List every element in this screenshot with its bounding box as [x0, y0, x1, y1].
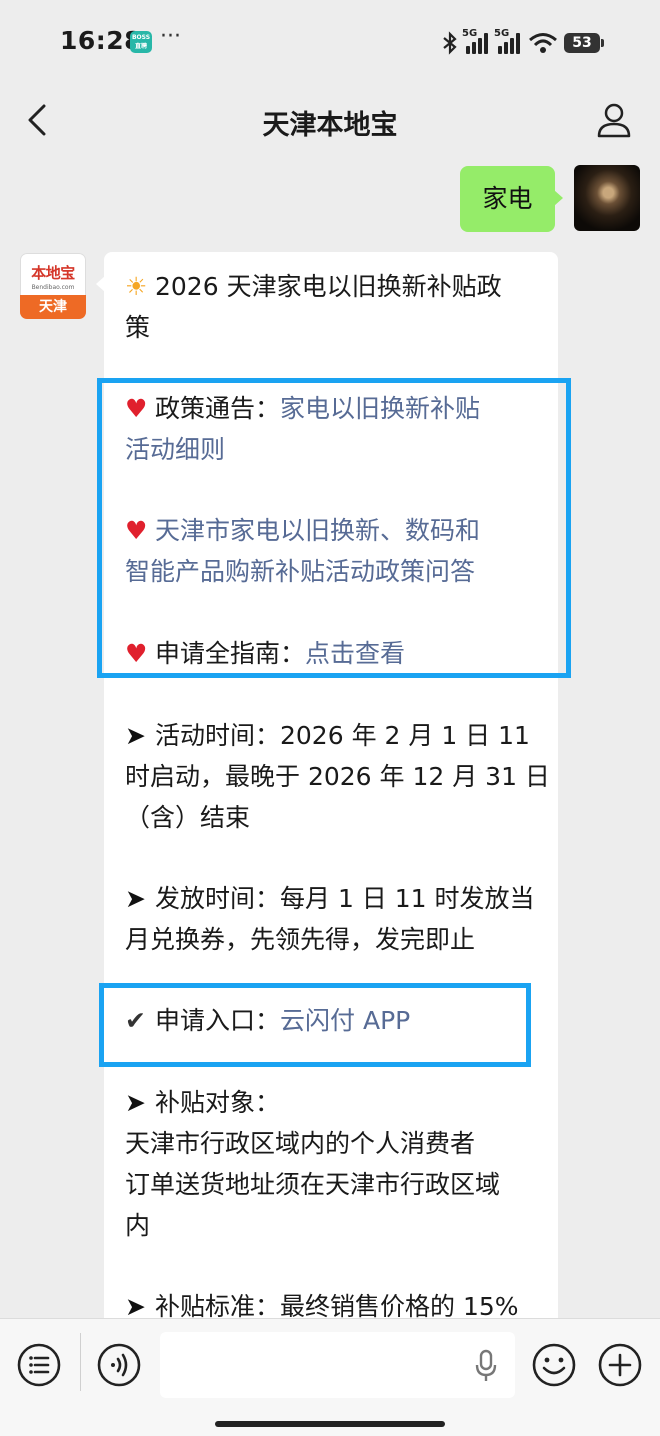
- voice-mode-icon[interactable]: [97, 1343, 141, 1387]
- notice-link-cont[interactable]: 活动细则: [125, 429, 225, 470]
- faq-link[interactable]: 天津市家电以旧换新、数码和: [155, 516, 480, 545]
- arrow-icon: ➤: [125, 884, 146, 913]
- reply-intro-cont: 策: [125, 313, 151, 342]
- bot-avatar-logo: 本地宝: [31, 264, 75, 282]
- more-notifications: ···: [160, 24, 181, 49]
- bluetooth-icon: [443, 31, 457, 55]
- activity-time-cont: （含）结束: [125, 803, 251, 832]
- plus-icon[interactable]: [598, 1343, 642, 1387]
- target-row: ➤ 补贴对象：: [125, 1082, 280, 1123]
- notice-row: ♥ 政策通告：家电以旧换新补贴: [125, 388, 480, 429]
- status-bar: 16:28 BOSS 直聘 ··· 5G 5G 53: [0, 0, 660, 84]
- entry-row: ✔ 申请入口：云闪付 APP: [125, 1000, 410, 1041]
- microphone-icon[interactable]: [475, 1349, 497, 1383]
- issue-time-row: ➤ 发放时间：每月 1 日 11 时发放当: [125, 878, 535, 919]
- activity-time-cont: 时启动，最晚于 2026 年 12 月 31 日: [125, 762, 550, 791]
- target-cont: 内: [125, 1211, 151, 1240]
- sun-icon: ☀: [125, 272, 148, 301]
- faq-link-cont[interactable]: 智能产品购新补贴活动政策问答: [125, 551, 475, 592]
- message-input[interactable]: [160, 1332, 515, 1398]
- my-message-bubble[interactable]: 家电: [460, 166, 563, 232]
- checkmark-icon: ✔: [125, 1006, 146, 1035]
- person-icon[interactable]: [596, 100, 632, 140]
- nav-bar: 天津本地宝: [0, 84, 660, 160]
- battery-icon: 53: [564, 33, 604, 53]
- activity-time-row: ➤ 活动时间：2026 年 2 月 1 日 11: [125, 715, 530, 756]
- entry-link[interactable]: 云闪付 APP: [280, 1006, 410, 1035]
- signal-icon: 5G: [494, 28, 522, 54]
- bot-avatar-city: 天津: [20, 295, 86, 319]
- signal-icon: 5G: [462, 28, 490, 54]
- arrow-icon: ➤: [125, 1088, 146, 1117]
- heart-icon: ♥: [125, 516, 148, 545]
- list-menu-icon[interactable]: [17, 1343, 61, 1387]
- boss-app-badge-icon: BOSS 直聘: [130, 31, 152, 53]
- heart-icon: ♥: [125, 639, 148, 668]
- arrow-icon: ➤: [125, 721, 146, 750]
- bot-avatar-url: Bendibao.com: [31, 284, 75, 291]
- input-toolbar: [0, 1318, 660, 1436]
- guide-link[interactable]: 点击查看: [305, 639, 405, 668]
- target-cont: 天津市行政区域内的个人消费者: [125, 1129, 476, 1158]
- heart-icon: ♥: [125, 394, 148, 423]
- reply-intro: ☀ 2026 天津家电以旧换新补贴政: [125, 266, 502, 307]
- bot-avatar[interactable]: 本地宝 Bendibao.com 天津: [20, 253, 86, 319]
- faq-row: ♥ 天津市家电以旧换新、数码和: [125, 510, 480, 551]
- home-indicator[interactable]: [215, 1421, 445, 1427]
- toolbar-divider: [80, 1333, 81, 1391]
- page-title: 天津本地宝: [262, 110, 398, 141]
- wifi-icon: [529, 33, 557, 53]
- target-cont: 订单送货地址须在天津市行政区域: [125, 1170, 501, 1199]
- guide-row: ♥ 申请全指南：点击查看: [125, 633, 405, 674]
- notice-link[interactable]: 家电以旧换新补贴: [280, 394, 480, 423]
- status-indicators: 5G 5G 53: [442, 28, 604, 58]
- issue-time-cont: 月兑换券，先领先得，发完即止: [125, 925, 476, 954]
- smiley-icon[interactable]: [532, 1343, 576, 1387]
- my-avatar[interactable]: [574, 165, 640, 231]
